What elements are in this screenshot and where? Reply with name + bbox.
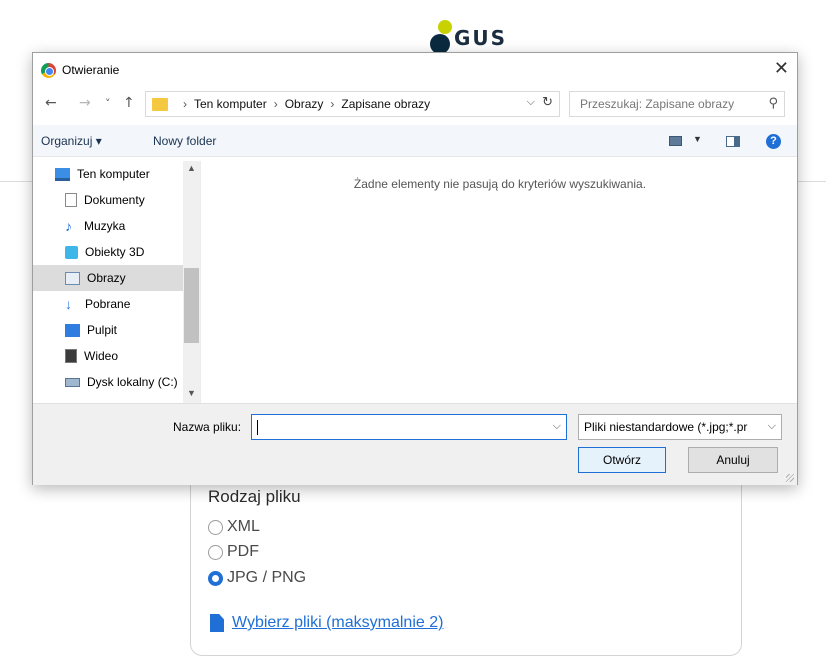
breadcrumb-separator: › xyxy=(330,97,335,111)
breadcrumb-separator: › xyxy=(273,97,278,111)
radio-pdf-label: PDF xyxy=(227,543,259,560)
file-type-filter[interactable]: Pliki niestandardowe (*.jpg;*.pr ⌵ xyxy=(578,414,782,440)
open-button[interactable]: Otwórz xyxy=(578,447,666,473)
sidebar-item-label: Pulpit xyxy=(87,323,118,337)
new-folder-button[interactable]: Nowy folder xyxy=(153,134,216,148)
forward-arrow-icon[interactable]: → xyxy=(79,95,91,111)
back-arrow-icon[interactable]: ← xyxy=(45,95,57,111)
recent-locations-icon[interactable]: ˅ xyxy=(105,97,111,110)
folder-icon xyxy=(152,97,168,111)
sidebar-item-label: Pobrane xyxy=(85,297,131,311)
close-icon[interactable]: ✕ xyxy=(774,58,789,79)
dialog-toolbar: Organizuj ▾ Nowy folder ▼ ? xyxy=(33,125,797,157)
search-box[interactable]: Przeszukaj: Zapisane obrazy ⚲ xyxy=(569,91,785,117)
radio-jpg-png[interactable]: JPG / PNG xyxy=(208,569,306,587)
cancel-button[interactable]: Anuluj xyxy=(688,447,778,473)
filename-input[interactable]: ⌵ xyxy=(251,414,567,440)
file-icon xyxy=(210,614,224,632)
sidebar-item-label: Muzyka xyxy=(84,219,126,233)
filename-label: Nazwa pliku: xyxy=(173,420,242,434)
sidebar-item-label: Wideo xyxy=(84,349,119,363)
breadcrumb-obrazy[interactable]: Obrazy xyxy=(285,97,324,111)
view-dropdown-icon[interactable]: ▼ xyxy=(693,134,702,144)
radio-jpg-png-label: JPG / PNG xyxy=(227,569,307,586)
sidebar-item-dysk-lokalny[interactable]: Dysk lokalny (C:) xyxy=(33,369,183,395)
empty-results-message: Żadne elementy nie pasują do kryteriów w… xyxy=(353,177,647,191)
music-icon: ♪ xyxy=(65,217,72,234)
sidebar-item-pulpit[interactable]: Pulpit xyxy=(33,317,183,343)
radio-xml-label: XML xyxy=(227,518,260,535)
address-bar[interactable]: › Ten komputer › Obrazy › Zapisane obraz… xyxy=(145,91,560,117)
dialog-titlebar[interactable]: Otwieranie ✕ xyxy=(33,53,797,87)
navigation-pane: Ten komputer Dokumenty ♪ Muzyka Obiekty … xyxy=(33,161,201,401)
sidebar-item-label: Obrazy xyxy=(87,271,126,285)
sidebar-item-dokumenty[interactable]: Dokumenty xyxy=(33,187,183,213)
search-icon[interactable]: ⚲ xyxy=(768,96,778,111)
downloads-icon: ↓ xyxy=(65,295,72,312)
filter-dropdown-icon[interactable]: ⌵ xyxy=(768,420,776,433)
sidebar-scroll-thumb[interactable] xyxy=(184,268,199,343)
dialog-title: Otwieranie xyxy=(62,63,120,77)
computer-icon xyxy=(55,167,70,181)
radio-jpg-png-circle[interactable] xyxy=(208,570,223,586)
local-disk-icon xyxy=(65,377,80,387)
sidebar-item-label: Obiekty 3D xyxy=(85,245,145,259)
sidebar-item-pobrane[interactable]: ↓ Pobrane xyxy=(33,291,183,317)
refresh-icon[interactable]: ↻ xyxy=(542,95,553,110)
radio-pdf[interactable]: PDF xyxy=(208,543,259,561)
breadcrumb-ten-komputer[interactable]: Ten komputer xyxy=(194,97,267,111)
chrome-icon xyxy=(41,63,56,78)
logo-yellow-dot xyxy=(438,20,452,34)
logo-navy-dot xyxy=(430,34,450,54)
video-icon xyxy=(65,349,77,363)
radio-pdf-circle[interactable] xyxy=(208,544,223,560)
navigation-bar: ← → ˅ ↑ › Ten komputer › Obrazy › Zapisa… xyxy=(33,91,797,119)
breadcrumb-separator: › xyxy=(183,97,187,111)
open-file-dialog: Otwieranie ✕ ← → ˅ ↑ › Ten komputer › Ob… xyxy=(32,52,798,485)
documents-icon xyxy=(65,193,77,207)
objects-3d-icon xyxy=(65,245,78,259)
sidebar-item-label: Ten komputer xyxy=(77,167,150,181)
logo-text: GUS xyxy=(454,26,508,50)
sidebar-item-muzyka[interactable]: ♪ Muzyka xyxy=(33,213,183,239)
sidebar-item-obrazy[interactable]: Obrazy xyxy=(33,265,183,291)
scroll-up-icon[interactable]: ▲ xyxy=(187,163,196,173)
sidebar-item-wideo[interactable]: Wideo xyxy=(33,343,183,369)
organize-button[interactable]: Organizuj ▾ xyxy=(41,134,102,148)
file-type-title: Rodzaj pliku xyxy=(208,487,301,506)
preview-pane-icon[interactable] xyxy=(726,136,740,147)
desktop-icon xyxy=(65,323,80,337)
filename-dropdown-icon[interactable]: ⌵ xyxy=(553,420,561,433)
sidebar-item-label: Dokumenty xyxy=(84,193,145,207)
view-options-icon[interactable] xyxy=(669,136,682,146)
text-caret xyxy=(257,420,258,435)
scroll-down-icon[interactable]: ▼ xyxy=(187,388,196,398)
sidebar-item-label: Dysk lokalny (C:) xyxy=(87,375,178,389)
radio-xml-circle[interactable] xyxy=(208,519,223,535)
address-dropdown-icon[interactable]: ⌵ xyxy=(527,96,535,109)
help-icon[interactable]: ? xyxy=(766,134,781,149)
sidebar-item-ten-komputer[interactable]: Ten komputer xyxy=(33,161,183,187)
resize-grip-icon[interactable] xyxy=(786,474,794,482)
file-type-filter-value: Pliki niestandardowe (*.jpg;*.pr xyxy=(584,420,748,434)
choose-files-label[interactable]: Wybierz pliki (maksymalnie 2) xyxy=(232,614,443,632)
pane-divider[interactable] xyxy=(200,161,201,403)
sidebar-item-obiekty-3d[interactable]: Obiekty 3D xyxy=(33,239,183,265)
dialog-footer: Nazwa pliku: ⌵ Pliki niestandardowe (*.j… xyxy=(33,403,797,485)
search-placeholder: Przeszukaj: Zapisane obrazy xyxy=(580,97,735,111)
choose-files-link[interactable]: Wybierz pliki (maksymalnie 2) xyxy=(210,614,443,632)
radio-xml[interactable]: XML xyxy=(208,518,260,536)
pictures-icon xyxy=(65,271,80,285)
up-arrow-icon[interactable]: ↑ xyxy=(123,95,135,111)
breadcrumb-zapisane-obrazy[interactable]: Zapisane obrazy xyxy=(341,97,430,111)
